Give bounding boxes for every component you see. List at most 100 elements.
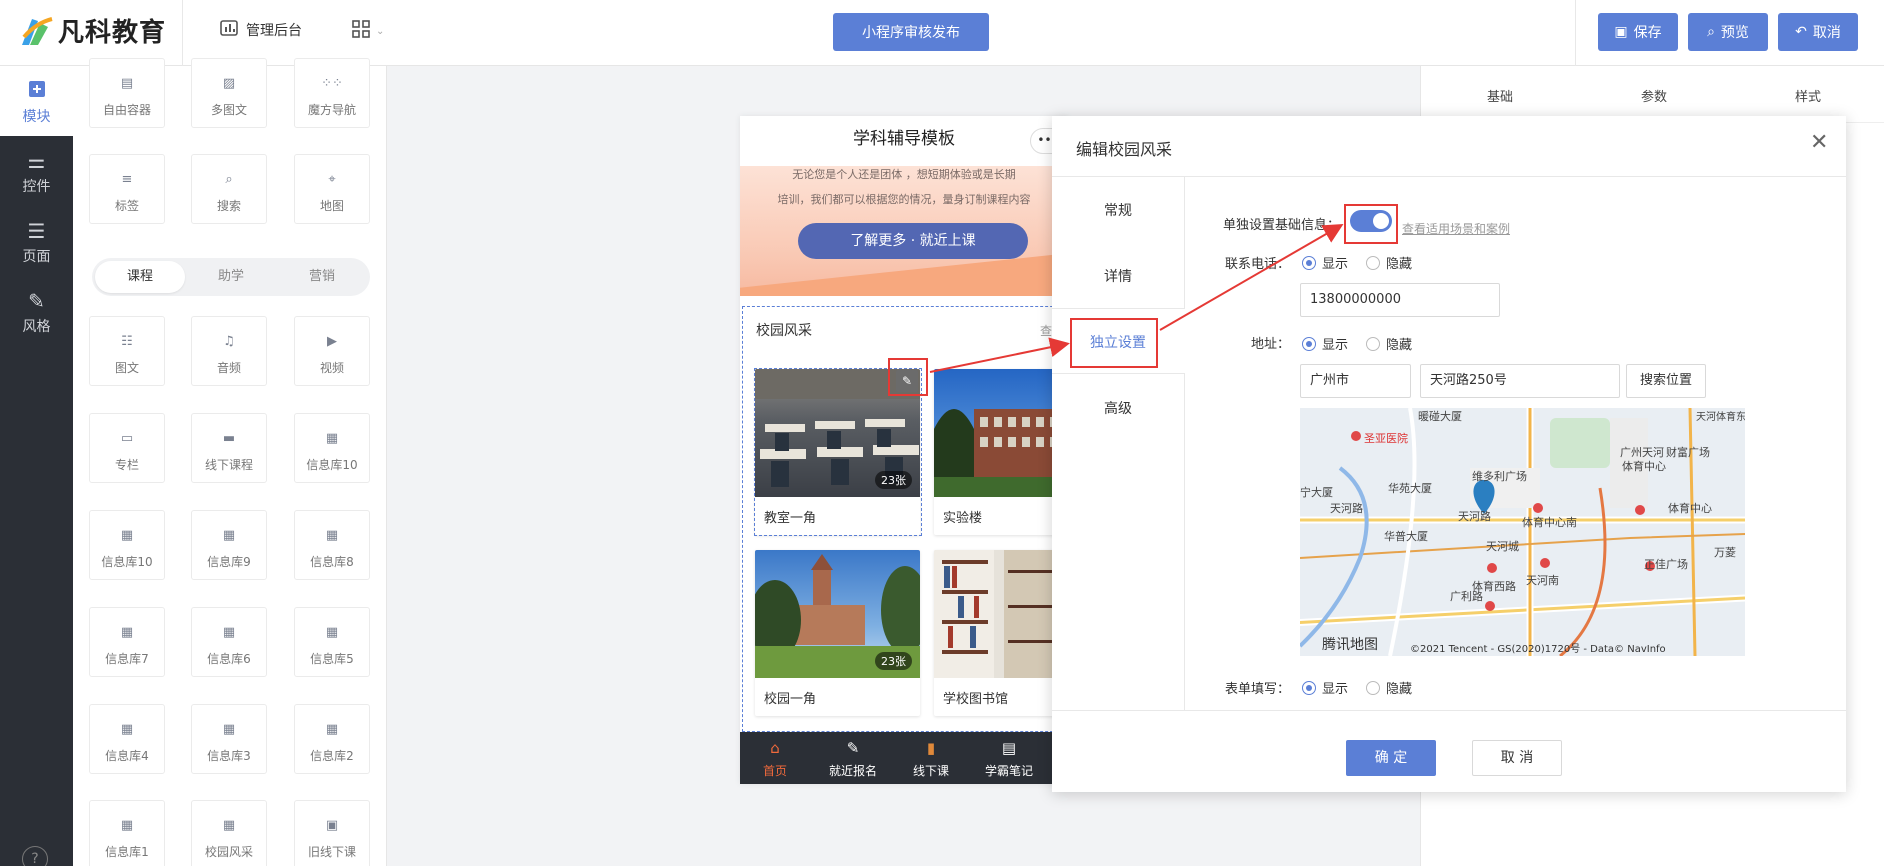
component-campus[interactable]: ▦ 校园风采 [191, 800, 267, 866]
tab-home[interactable]: ⌂ 首页 [740, 738, 810, 779]
segment-marketing[interactable]: 营销 [277, 261, 367, 293]
cancel-button[interactable]: ↶ 取消 [1778, 13, 1858, 51]
form-hide-radio[interactable]: 隐藏 [1366, 678, 1412, 697]
screen-icon: ▬ [222, 430, 236, 446]
dots-grid-icon: ⁘⁘ [321, 75, 343, 91]
component-old-offline[interactable]: ▣ 旧线下课 [294, 800, 370, 866]
city-input[interactable]: 广州市 [1300, 364, 1411, 398]
campus-title: 校园风采 [756, 323, 812, 339]
map-label: 天河路 [1330, 502, 1363, 515]
publish-button[interactable]: 小程序审核发布 [833, 13, 989, 51]
component-infolib[interactable]: ▦ 信息库4 [89, 704, 165, 774]
component-infolib[interactable]: ▦ 信息库9 [191, 510, 267, 580]
grid-list-icon: ▦ [222, 527, 236, 543]
component-label: 音频 [216, 361, 241, 375]
photo-caption: 学校图书馆 [943, 692, 1009, 707]
modal-tab-details[interactable]: 详情 [1052, 266, 1184, 286]
tab-style[interactable]: 样式 [1795, 86, 1821, 105]
radio-unchecked-icon [1366, 336, 1380, 351]
component-magic-nav[interactable]: ⁘⁘ 魔方导航 [294, 58, 370, 128]
component-infolib[interactable]: ▦ 信息库7 [89, 607, 165, 677]
component-map[interactable]: ⌖ 地图 [294, 154, 370, 224]
component-infolib[interactable]: ▦ 信息库5 [294, 607, 370, 677]
tab-notes[interactable]: ▤ 学霸笔记 [974, 738, 1044, 779]
nav-item-modules[interactable]: 模块 [0, 80, 73, 126]
modal-tab-advanced[interactable]: 高级 [1052, 398, 1184, 418]
app-grid-menu[interactable]: ⌄ [352, 20, 384, 42]
component-infolib[interactable]: ▦ 信息库3 [191, 704, 267, 774]
radio-checked-icon [1302, 255, 1316, 270]
save-button[interactable]: ▣ 保存 [1598, 13, 1678, 51]
street-input[interactable]: 天河路250号 [1420, 364, 1620, 398]
help-link[interactable]: 查看适用场景和案例 [1402, 220, 1510, 237]
component-tag[interactable]: ≡ 标签 [89, 154, 165, 224]
photo-caption: 实验楼 [943, 511, 983, 526]
plus-square-icon [0, 80, 73, 102]
preview-button[interactable]: ⌕ 预览 [1688, 13, 1768, 51]
banner-text: 培训，我们都可以根据您的情况，量身订制课程内容 [777, 193, 1031, 206]
component-free-container[interactable]: ▤ 自由容器 [89, 58, 165, 128]
map-label: 正佳广场 [1644, 558, 1688, 571]
tab-offline-course[interactable]: ▮ 线下课 [896, 738, 966, 779]
component-label: 自由容器 [102, 103, 151, 117]
address-show-radio[interactable]: 显示 [1302, 334, 1348, 353]
nav-label: 页面 [22, 249, 51, 265]
modal-tab-general[interactable]: 常规 [1052, 200, 1184, 220]
component-offline-course[interactable]: ▬ 线下课程 [191, 413, 267, 483]
tab-basic[interactable]: 基础 [1487, 86, 1513, 105]
component-label: 信息库4 [105, 749, 149, 763]
component-infolib[interactable]: ▦ 信息库2 [294, 704, 370, 774]
component-audio[interactable]: ♫ 音频 [191, 316, 267, 386]
component-column[interactable]: ▭ 专栏 [89, 413, 165, 483]
nav-item-controls[interactable]: ⚌ 控件 [0, 150, 73, 196]
phone-tab-bar: ⌂ 首页 ✎ 就近报名 ▮ 线下课 ▤ 学霸笔记 [740, 732, 1068, 784]
tab-nearby-signup[interactable]: ✎ 就近报名 [818, 738, 888, 779]
phone-show-radio[interactable]: 显示 [1302, 253, 1348, 272]
banner-cta-button[interactable]: 了解更多 · 就近上课 [798, 223, 1028, 259]
nav-item-pages[interactable]: ☰ 页面 [0, 220, 73, 266]
grid-list-icon: ▦ [120, 817, 134, 833]
photo-card-lab[interactable]: 实验楼 [934, 369, 1068, 535]
tab-label: 首页 [762, 764, 787, 778]
page-title: 学科辅导模板 [853, 129, 955, 149]
search-position-button[interactable]: 搜索位置 [1626, 364, 1706, 398]
close-icon[interactable]: ✕ [1810, 130, 1828, 155]
component-infolib[interactable]: ▦ 信息库1 [89, 800, 165, 866]
component-infolib[interactable]: ▦ 信息库8 [294, 510, 370, 580]
component-article[interactable]: ☷ 图文 [89, 316, 165, 386]
phone-hide-radio[interactable]: 隐藏 [1366, 253, 1412, 272]
modal-cancel-button[interactable]: 取 消 [1472, 740, 1562, 776]
home-icon: ⌂ [770, 739, 780, 757]
left-nav: 模块 ⚌ 控件 ☰ 页面 ✎ 风格 [0, 66, 73, 866]
map-label: 天河体育东路 [1696, 412, 1745, 423]
segment-course[interactable]: 课程 [95, 261, 185, 293]
component-infolib[interactable]: ▦ 信息库10 [294, 413, 370, 483]
admin-link[interactable]: 管理后台 [220, 20, 302, 40]
cancel-label: 取消 [1812, 25, 1841, 41]
address-hide-radio[interactable]: 隐藏 [1366, 334, 1412, 353]
save-icon: ▣ [1614, 24, 1628, 40]
tab-params[interactable]: 参数 [1641, 86, 1667, 105]
segment-study-aid[interactable]: 助学 [186, 261, 276, 293]
nav-item-style[interactable]: ✎ 风格 [0, 290, 73, 336]
component-infolib[interactable]: ▦ 信息库6 [191, 607, 267, 677]
photo-card-library[interactable]: 学校图书馆 [934, 550, 1068, 716]
phone-input[interactable]: 13800000000 [1300, 283, 1500, 317]
help-icon[interactable]: ? [22, 846, 48, 866]
brand-logo[interactable]: 凡科教育 [18, 12, 166, 49]
form-show-radio[interactable]: 显示 [1302, 678, 1348, 697]
folder-icon: ▭ [120, 430, 134, 446]
component-multi-article[interactable]: ▨ 多图文 [191, 58, 267, 128]
map-view[interactable]: 暖碰大厦 圣亚医院 华苑大厦 维多利广场 广州天河 体育中心 财富广场 天河路 … [1300, 408, 1745, 656]
component-infolib[interactable]: ▦ 信息库10 [89, 510, 165, 580]
component-video[interactable]: ▶ 视频 [294, 316, 370, 386]
save-label: 保存 [1633, 25, 1662, 41]
confirm-button[interactable]: 确 定 [1346, 740, 1436, 776]
photo-card-campus[interactable]: 23张 校园一角 [755, 550, 920, 716]
component-label: 地图 [319, 199, 344, 213]
banner-text: 无论您是个人还是团体 ，想短期体验或是长期 [792, 168, 1016, 181]
radio-unchecked-icon [1366, 255, 1380, 270]
grid-list-icon: ▦ [325, 624, 339, 640]
component-search[interactable]: ⌕ 搜索 [191, 154, 267, 224]
campus-more-link[interactable]: 查 [1040, 322, 1052, 339]
